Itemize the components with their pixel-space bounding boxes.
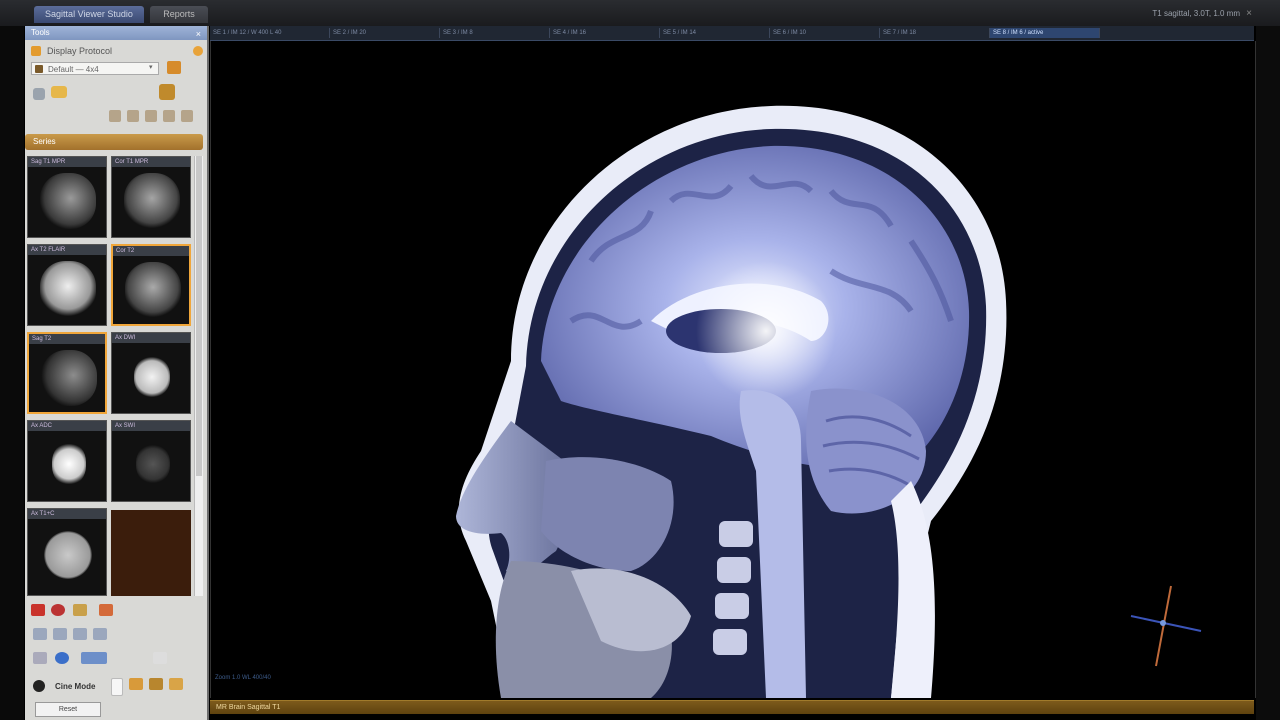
status-bar: MR Brain Sagittal T1 — [210, 700, 1254, 714]
thumbnail-label: Cor T2 — [113, 246, 189, 256]
ruler-cell[interactable]: SE 6 / IM 10 — [770, 28, 880, 38]
invert-icon[interactable] — [73, 628, 87, 640]
series-thumbnail[interactable]: Ax T1+C — [27, 508, 107, 596]
lock-icon[interactable] — [33, 88, 45, 100]
chevron-down-icon[interactable]: ▾ — [149, 63, 153, 71]
stop-icon[interactable] — [51, 604, 65, 616]
thumbnail-image — [52, 443, 86, 485]
series-ruler: SE 1 / IM 12 / W 400 L 40 SE 2 / IM 20 S… — [210, 26, 1254, 41]
series-thumbnail-selected[interactable]: Cor T2 — [111, 244, 191, 326]
layout-icon — [35, 65, 43, 73]
thumbnail-label: Ax T1+C — [28, 509, 106, 519]
thumbnail-label: Ax SWI — [112, 421, 190, 431]
series-thumbnail[interactable]: Sag T1 MPR — [27, 156, 107, 238]
right-frame — [1256, 26, 1280, 720]
pan-tool-icon[interactable] — [127, 110, 139, 122]
series-thumbnail[interactable]: Ax T2 FLAIR — [27, 244, 107, 326]
orientation-marker-icon — [1130, 585, 1202, 667]
thumbnail-label: Sag T1 MPR — [28, 157, 106, 167]
pencil-icon[interactable] — [33, 652, 47, 664]
series-thumbnail-grid: Sag T1 MPR Cor T1 MPR Ax T2 FLAIR Cor T2… — [27, 156, 193, 596]
series-thumbnail[interactable]: Ax SWI — [111, 420, 191, 502]
tool-panel: Tools × Display Protocol Default — 4x4 ▾… — [25, 26, 209, 720]
empty-thumbnail-slot — [111, 510, 191, 596]
ruler-cell[interactable]: SE 7 / IM 18 — [880, 28, 990, 38]
cine-options-icon[interactable] — [169, 678, 183, 690]
thumbnail-label: Ax ADC — [28, 421, 106, 431]
thumbnail-label: Cor T1 MPR — [112, 157, 190, 167]
panel-header: Tools × — [25, 26, 207, 40]
cine-slider-icon[interactable] — [111, 678, 123, 696]
mri-sagittal-image — [456, 105, 1007, 698]
export-icon[interactable] — [73, 604, 87, 616]
cine-folder-icon[interactable] — [149, 678, 163, 690]
status-bar-text: MR Brain Sagittal T1 — [216, 704, 281, 711]
camera-icon[interactable] — [51, 86, 67, 98]
thumbnail-label: Ax DWI — [112, 333, 190, 343]
panel-close-icon[interactable]: × — [196, 27, 201, 41]
record-icon[interactable] — [31, 604, 45, 616]
cine-play-icon[interactable] — [33, 680, 45, 692]
tab-viewer[interactable]: Sagittal Viewer Studio — [34, 6, 144, 23]
reset-button[interactable]: Reset — [35, 702, 101, 717]
rotate-icon[interactable] — [33, 628, 47, 640]
series-thumbnail[interactable]: Ax ADC — [27, 420, 107, 502]
series-thumbnail-selected[interactable]: Sag T2 — [27, 332, 107, 414]
series-section-header[interactable]: Series — [25, 134, 203, 150]
thumbnail-image — [134, 357, 170, 397]
left-frame — [0, 26, 24, 720]
display-protocol-label: Display Protocol — [47, 46, 113, 56]
ruler-cell[interactable]: SE 4 / IM 16 — [550, 28, 660, 38]
ruler-cell[interactable]: SE 5 / IM 14 — [660, 28, 770, 38]
ruler-cell[interactable]: SE 3 / IM 8 — [440, 28, 550, 38]
display-protocol-row: Display Protocol — [31, 44, 203, 58]
thumbnail-image — [40, 261, 96, 317]
image-viewport[interactable]: Zoom 1.0 WL 400/40 — [210, 41, 1256, 698]
viewport-overlay-text: Zoom 1.0 WL 400/40 — [215, 675, 271, 681]
panel-title: Tools — [31, 28, 50, 37]
zoom-tool-icon[interactable] — [145, 110, 157, 122]
settings-icon[interactable] — [153, 652, 167, 664]
scrollbar-thumb[interactable] — [196, 156, 202, 476]
flip-icon[interactable] — [53, 628, 67, 640]
close-icon[interactable]: × — [1246, 8, 1252, 19]
ruler-cell[interactable]: SE 1 / IM 12 / W 400 L 40 — [210, 28, 330, 38]
ruler-cell[interactable]: SE 2 / IM 20 — [330, 28, 440, 38]
window-status-text: T1 sagittal, 3.0T, 1.0 mm — [1152, 9, 1240, 18]
thumbnail-image — [136, 445, 170, 483]
thumbnail-image — [125, 262, 181, 318]
measure-tool-icon[interactable] — [181, 110, 193, 122]
ruler-cell-active[interactable]: SE 8 / IM 6 / active — [990, 28, 1100, 38]
cine-speed-icon[interactable] — [129, 678, 143, 690]
series-thumbnail[interactable]: Ax DWI — [111, 332, 191, 414]
window-level-tool-icon[interactable] — [163, 110, 175, 122]
folder-icon[interactable] — [167, 61, 181, 74]
tab-reports[interactable]: Reports — [150, 6, 208, 23]
layout-preset-value: Default — 4x4 — [48, 65, 99, 74]
paint-icon[interactable] — [159, 84, 175, 100]
pointer-tool-icon[interactable] — [109, 110, 121, 122]
thumbnail-image — [44, 531, 92, 579]
thumbnail-label: Ax T2 FLAIR — [28, 245, 106, 255]
print-icon[interactable] — [99, 604, 113, 616]
display-protocol-icon — [31, 46, 41, 56]
options-icon[interactable] — [193, 46, 203, 56]
cine-mode-label: Cine Mode — [55, 682, 96, 691]
series-thumbnail[interactable]: Cor T1 MPR — [111, 156, 191, 238]
panel-scrollbar[interactable] — [194, 156, 203, 596]
thumbnail-image — [124, 173, 180, 229]
thumbnail-image — [40, 173, 96, 229]
title-bar: Sagittal Viewer Studio Reports T1 sagitt… — [0, 0, 1280, 27]
layout-preset-select[interactable]: Default — 4x4 — [31, 62, 159, 75]
annotate-icon[interactable] — [93, 628, 107, 640]
thumbnail-image — [41, 350, 97, 406]
thumbnail-label: Sag T2 — [29, 334, 105, 344]
grid-icon[interactable] — [81, 652, 107, 664]
globe-icon[interactable] — [55, 652, 69, 664]
